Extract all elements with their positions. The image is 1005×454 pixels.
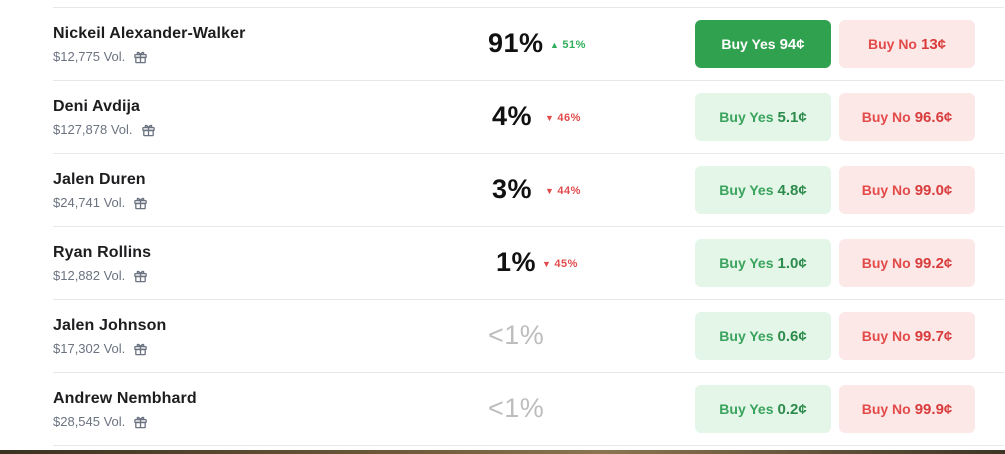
background-strip: [0, 450, 1005, 454]
outcome-row: Jalen Duren $24,741 Vol. 3% ▼ 44% Buy Ye…: [0, 154, 1005, 227]
outcome-name[interactable]: Jalen Johnson: [53, 317, 166, 335]
buy-yes-label: Buy Yes: [719, 182, 774, 198]
buy-yes-button[interactable]: Buy Yes 4.8¢: [695, 166, 831, 214]
chance-change: ▼ 45%: [542, 258, 578, 270]
chance-change: ▼ 46%: [545, 112, 581, 124]
gift-icon[interactable]: [133, 195, 148, 210]
buy-no-price: 99.0¢: [914, 181, 953, 199]
gift-icon[interactable]: [133, 414, 148, 429]
gift-icon[interactable]: [133, 49, 148, 64]
volume-text: $12,882 Vol.: [53, 268, 126, 283]
change-value: 45%: [554, 258, 578, 270]
change-value: 44%: [557, 185, 581, 197]
buy-yes-price: 4.8¢: [777, 181, 807, 199]
buy-yes-button[interactable]: Buy Yes 0.2¢: [695, 385, 831, 433]
gift-icon[interactable]: [133, 268, 148, 283]
buy-no-price: 13¢: [920, 35, 947, 53]
buy-no-button[interactable]: Buy No 96.6¢: [839, 93, 975, 141]
outcome-meta: $24,741 Vol.: [53, 195, 148, 210]
outcome-meta: $127,878 Vol.: [53, 122, 156, 137]
buy-yes-button[interactable]: Buy Yes 1.0¢: [695, 239, 831, 287]
chance-change: ▼ 44%: [545, 185, 581, 197]
divider: [53, 445, 1004, 446]
outcome-meta: $12,775 Vol.: [53, 49, 148, 64]
buy-no-label: Buy No: [861, 255, 911, 271]
volume-text: $17,302 Vol.: [53, 341, 126, 356]
outcome-row: Jalen Johnson $17,302 Vol. <1% Buy Yes 0…: [0, 300, 1005, 373]
arrow-up-icon: ▲: [550, 39, 560, 50]
outcome-meta: $28,545 Vol.: [53, 414, 148, 429]
buy-yes-button[interactable]: Buy Yes 94¢: [695, 20, 831, 68]
volume-text: $24,741 Vol.: [53, 195, 126, 210]
arrow-down-icon: ▼: [545, 112, 555, 123]
outcome-name[interactable]: Ryan Rollins: [53, 244, 151, 262]
outcome-name[interactable]: Jalen Duren: [53, 171, 146, 189]
buy-yes-label: Buy Yes: [719, 109, 774, 125]
gift-icon[interactable]: [141, 122, 156, 137]
buy-yes-label: Buy Yes: [719, 328, 774, 344]
outcome-row: Nickeil Alexander-Walker $12,775 Vol. 91…: [0, 8, 1005, 81]
outcome-row: Andrew Nembhard $28,545 Vol. <1% Buy Yes…: [0, 373, 1005, 446]
buy-no-price: 99.7¢: [914, 327, 953, 345]
arrow-down-icon: ▼: [542, 258, 552, 269]
change-value: 46%: [557, 112, 581, 124]
outcome-row: Ryan Rollins $12,882 Vol. 1% ▼ 45% Buy Y…: [0, 227, 1005, 300]
outcome-name[interactable]: Andrew Nembhard: [53, 390, 197, 408]
buy-yes-price: 5.1¢: [777, 108, 807, 126]
outcome-row: Deni Avdija $127,878 Vol. 4% ▼ 46% Buy Y…: [0, 81, 1005, 154]
buy-yes-price: 0.6¢: [777, 327, 807, 345]
chance-value: 4%: [492, 101, 533, 131]
outcome-list: Nickeil Alexander-Walker $12,775 Vol. 91…: [0, 0, 1005, 450]
outcome-name[interactable]: Nickeil Alexander-Walker: [53, 25, 245, 43]
chance-value: <1%: [488, 320, 545, 350]
buy-no-button[interactable]: Buy No 13¢: [839, 20, 975, 68]
buy-no-label: Buy No: [861, 182, 911, 198]
buy-no-label: Buy No: [861, 401, 911, 417]
buy-no-button[interactable]: Buy No 99.9¢: [839, 385, 975, 433]
volume-text: $28,545 Vol.: [53, 414, 126, 429]
buy-no-label: Buy No: [861, 109, 911, 125]
buy-no-price: 99.9¢: [914, 400, 953, 418]
buy-no-button[interactable]: Buy No 99.7¢: [839, 312, 975, 360]
chance-value: <1%: [488, 393, 545, 423]
volume-text: $12,775 Vol.: [53, 49, 126, 64]
chance-value: 3%: [492, 174, 533, 204]
outcome-meta: $12,882 Vol.: [53, 268, 148, 283]
buy-no-price: 99.2¢: [914, 254, 953, 272]
buy-yes-price: 94¢: [779, 35, 805, 53]
buy-yes-label: Buy Yes: [719, 401, 774, 417]
buy-yes-button[interactable]: Buy Yes 5.1¢: [695, 93, 831, 141]
chance-change: ▲ 51%: [550, 39, 586, 51]
buy-no-label: Buy No: [861, 328, 911, 344]
buy-no-price: 96.6¢: [914, 108, 953, 126]
volume-text: $127,878 Vol.: [53, 122, 133, 137]
arrow-down-icon: ▼: [545, 185, 555, 196]
buy-no-button[interactable]: Buy No 99.2¢: [839, 239, 975, 287]
buy-no-button[interactable]: Buy No 99.0¢: [839, 166, 975, 214]
buy-no-label: Buy No: [867, 36, 917, 52]
buy-yes-label: Buy Yes: [719, 255, 774, 271]
outcome-name[interactable]: Deni Avdija: [53, 98, 140, 116]
buy-yes-label: Buy Yes: [721, 36, 776, 52]
chance-value: 91%: [488, 28, 544, 58]
gift-icon[interactable]: [133, 341, 148, 356]
chance-value: 1%: [496, 247, 537, 277]
change-value: 51%: [562, 39, 586, 51]
buy-yes-button[interactable]: Buy Yes 0.6¢: [695, 312, 831, 360]
buy-yes-price: 0.2¢: [777, 400, 807, 418]
buy-yes-price: 1.0¢: [777, 254, 807, 272]
outcome-meta: $17,302 Vol.: [53, 341, 148, 356]
